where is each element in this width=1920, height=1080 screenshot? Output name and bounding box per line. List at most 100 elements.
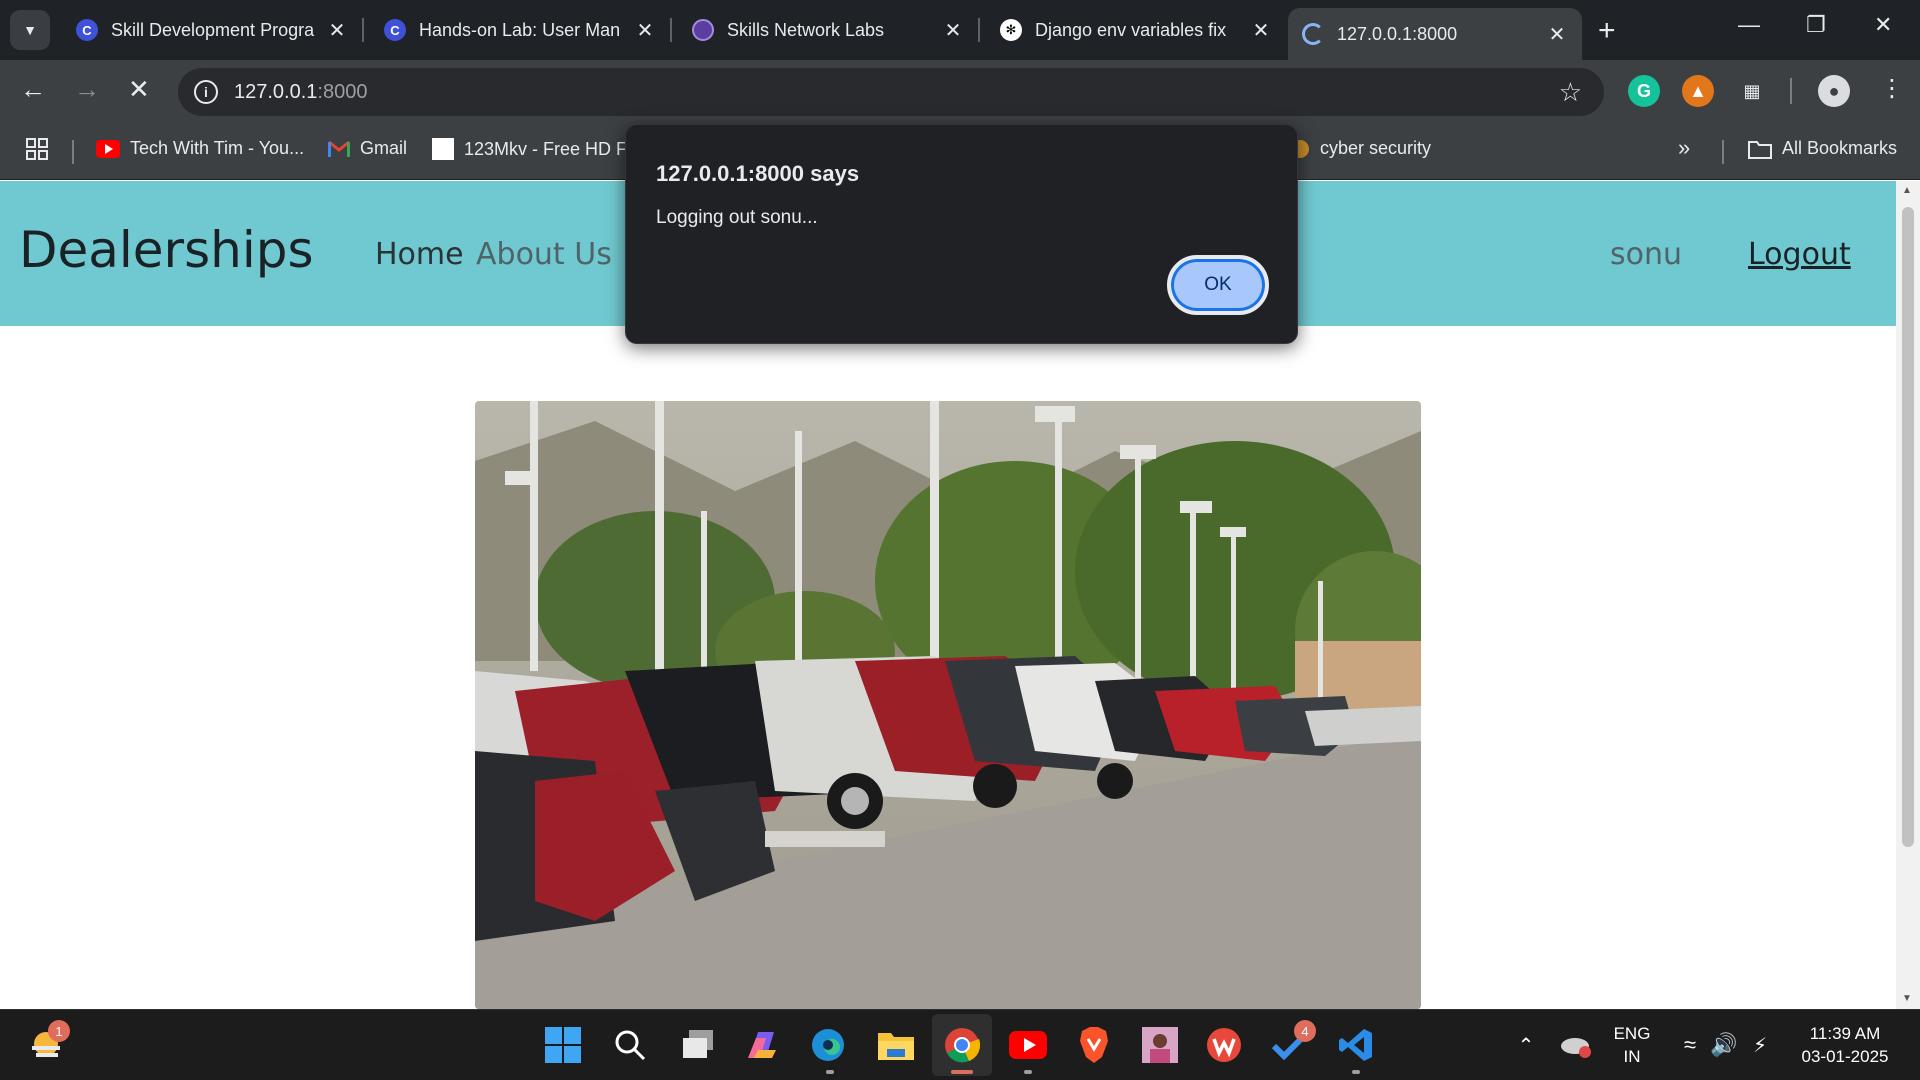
extensions-puzzle-icon[interactable]: ▦: [1736, 75, 1768, 107]
window-close-icon[interactable]: ✕: [1874, 12, 1892, 38]
ok-button[interactable]: OK: [1167, 255, 1269, 315]
close-icon[interactable]: ✕: [634, 18, 656, 43]
bookmarks-divider: [72, 140, 74, 164]
bookmark-123mkv[interactable]: 123Mkv - Free HD F...: [432, 138, 640, 160]
grammarly-icon[interactable]: G: [1628, 75, 1660, 107]
tab-title: Skills Network Labs: [727, 19, 885, 40]
weather-badge: 1: [48, 1020, 70, 1042]
close-icon[interactable]: ✕: [326, 18, 348, 43]
more-menu-icon[interactable]: ⋮: [1880, 74, 1904, 103]
restore-icon[interactable]: ❐: [1806, 12, 1826, 38]
tab-django-env[interactable]: ✻ Django env variables fix ✕: [986, 10, 1286, 50]
nav-about-link[interactable]: About Us: [476, 237, 612, 272]
nav-home-link[interactable]: Home: [375, 237, 464, 272]
tab-divider: [670, 18, 672, 42]
address-bar[interactable]: i 127.0.0.1:8000 ☆: [178, 68, 1604, 116]
onedrive-offline-icon[interactable]: [1556, 1025, 1596, 1065]
tab-skills-network-labs[interactable]: Skills Network Labs ✕: [678, 10, 978, 50]
battery-charging-icon[interactable]: ⚡: [1740, 1025, 1780, 1065]
tab-hands-on-lab[interactable]: C Hands-on Lab: User Man ✕: [370, 10, 670, 50]
tab-title: Django env variables fix: [1035, 19, 1227, 40]
page-icon: [432, 138, 454, 160]
language-indicator[interactable]: ENG IN: [1604, 1022, 1660, 1068]
vscode-icon[interactable]: [1336, 1025, 1376, 1065]
windows-taskbar: 1 4 ⌃ ENG IN ≈ 🔊 ⚡ 11:39 AM 03-01-2025: [0, 1009, 1920, 1080]
bookmark-label: cyber security: [1320, 138, 1432, 158]
show-hidden-icons-chevron-icon[interactable]: ⌃: [1506, 1025, 1546, 1065]
browser-toolbar: ← → ✕ i 127.0.0.1:8000 ☆ G ▲ ▦ ● ⋮: [0, 60, 1920, 122]
dialog-message: Logging out sonu...: [656, 207, 818, 228]
minimize-icon[interactable]: —: [1738, 12, 1760, 38]
photo-app-icon[interactable]: [1140, 1025, 1180, 1065]
running-indicator: [826, 1070, 834, 1074]
active-indicator: [951, 1070, 973, 1074]
scrollbar-thumb[interactable]: [1902, 207, 1914, 847]
running-indicator: [1024, 1070, 1032, 1074]
bookmark-tech-with-tim[interactable]: Tech With Tim - You...: [96, 138, 304, 159]
edge-browser-icon[interactable]: [808, 1025, 848, 1065]
back-arrow-icon[interactable]: ←: [20, 74, 46, 105]
tab-title: 127.0.0.1:8000: [1337, 23, 1458, 44]
new-tab-button[interactable]: +: [1598, 14, 1616, 48]
language-code: ENG: [1613, 1024, 1651, 1043]
apps-grid-icon[interactable]: [26, 138, 48, 160]
stop-loading-icon[interactable]: ✕: [128, 74, 150, 105]
windows-start-icon[interactable]: [543, 1025, 583, 1065]
todo-badge: 4: [1294, 1020, 1316, 1042]
dialog-title: 127.0.0.1:8000 says: [656, 161, 860, 186]
browser-tabstrip: ▼ C Skill Development Progra ✕ C Hands-o…: [0, 0, 1920, 60]
region-code: IN: [1623, 1047, 1641, 1066]
page-scrollbar[interactable]: ▲ ▼: [1896, 181, 1920, 1009]
folder-icon: [1748, 139, 1772, 159]
url-text[interactable]: 127.0.0.1:8000: [234, 81, 367, 104]
bookmark-cyber-security[interactable]: cyber security: [1290, 138, 1431, 159]
scroll-up-icon[interactable]: ▲: [1902, 185, 1912, 196]
copilot-icon[interactable]: [742, 1025, 782, 1065]
skills-network-icon: [692, 19, 714, 41]
hero-car-lot-image: [475, 401, 1421, 1009]
running-indicator: [1352, 1070, 1360, 1074]
profile-avatar[interactable]: ●: [1818, 75, 1850, 107]
clock[interactable]: 11:39 AM 03-01-2025: [1786, 1022, 1904, 1068]
brave-browser-icon[interactable]: [1074, 1025, 1114, 1065]
all-bookmarks-label: All Bookmarks: [1782, 138, 1898, 158]
gmail-icon: [328, 140, 350, 157]
all-bookmarks-button[interactable]: All Bookmarks: [1748, 138, 1897, 159]
coursera-c-icon: C: [76, 19, 98, 41]
tab-title: Skill Development Progra: [111, 19, 315, 40]
bookmark-star-icon[interactable]: ☆: [1559, 77, 1582, 108]
brand-title[interactable]: Dealerships: [19, 221, 314, 279]
tab-title: Hands-on Lab: User Man: [419, 19, 621, 40]
bookmark-gmail[interactable]: Gmail: [328, 138, 407, 159]
toolbar-divider: [1790, 78, 1792, 104]
metamask-fox-icon[interactable]: ▲: [1682, 75, 1714, 107]
tab-divider: [978, 18, 980, 42]
file-explorer-icon[interactable]: [876, 1025, 916, 1065]
loading-spinner-icon: [1302, 23, 1324, 45]
youtube-app-icon[interactable]: [1008, 1025, 1048, 1065]
close-icon[interactable]: ✕: [1546, 22, 1568, 47]
scroll-down-icon[interactable]: ▼: [1902, 993, 1912, 1004]
tab-skill-development[interactable]: C Skill Development Progra ✕: [62, 10, 362, 50]
wps-office-icon[interactable]: [1204, 1025, 1244, 1065]
tab-localhost-active[interactable]: 127.0.0.1:8000 ✕: [1288, 8, 1582, 60]
clock-date: 03-01-2025: [1801, 1047, 1889, 1066]
forward-arrow-icon[interactable]: →: [74, 74, 100, 105]
close-icon[interactable]: ✕: [942, 18, 964, 43]
site-info-icon[interactable]: i: [194, 80, 218, 104]
clock-time: 11:39 AM: [1809, 1024, 1881, 1043]
bookmark-label: Gmail: [360, 138, 408, 158]
coursera-c-icon: C: [384, 19, 406, 41]
tab-search-button[interactable]: ▼: [10, 10, 50, 50]
chevron-down-icon: ▼: [23, 22, 37, 38]
close-icon[interactable]: ✕: [1250, 18, 1272, 43]
username-label: sonu: [1610, 237, 1683, 272]
task-view-icon[interactable]: [678, 1025, 718, 1065]
bookmark-label: Tech With Tim - You...: [130, 138, 305, 158]
js-alert-dialog: 127.0.0.1:8000 says Logging out sonu... …: [625, 124, 1298, 344]
bookmarks-overflow-icon[interactable]: »: [1678, 135, 1690, 161]
search-icon[interactable]: [610, 1025, 650, 1065]
chrome-icon[interactable]: [942, 1025, 982, 1065]
volume-icon[interactable]: 🔊: [1704, 1025, 1744, 1065]
logout-link[interactable]: Logout: [1748, 237, 1851, 272]
